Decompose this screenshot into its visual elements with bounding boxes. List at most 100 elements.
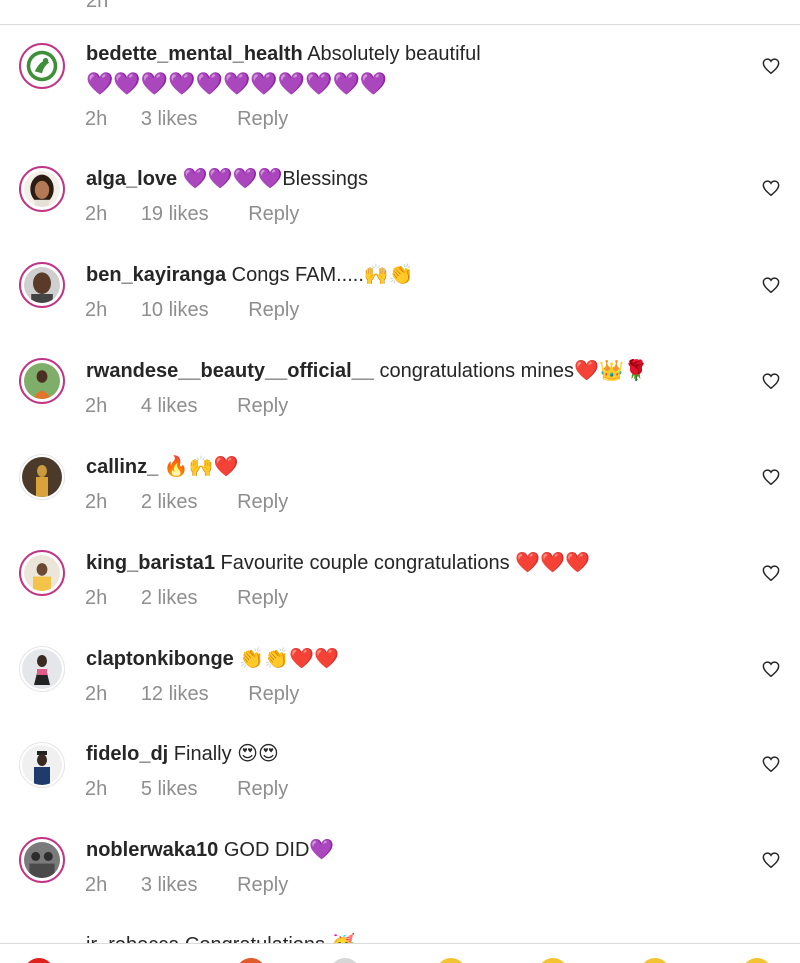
comment-time: 2h — [85, 203, 108, 225]
comment-time: 2h — [85, 778, 108, 800]
emoji-quick-bar — [0, 943, 800, 963]
comment-text-line: bedette_mental_health Absolutely beautif… — [86, 40, 750, 68]
avatar[interactable] — [19, 166, 65, 212]
username[interactable]: callinz_ — [86, 456, 158, 478]
reply-button[interactable]: Reply — [237, 395, 288, 417]
heart-outline-icon[interactable] — [762, 277, 780, 293]
reply-button[interactable]: Reply — [237, 491, 288, 513]
emoji-button[interactable] — [236, 958, 266, 963]
comment-text: GOD DID💜 — [223, 839, 335, 861]
comment-text-line: ben_kayiranga Congs FAM.....🙌👏 — [86, 261, 750, 289]
comment-time: 2h — [85, 299, 108, 321]
comment-meta: 2h 5 likes Reply — [85, 777, 322, 801]
avatar[interactable] — [19, 43, 65, 89]
username[interactable]: alga_love — [86, 168, 177, 190]
comment-text: Congs FAM.....🙌👏 — [231, 264, 414, 286]
comment-text-line: king_barista1 Favourite couple congratul… — [86, 549, 750, 577]
heart-outline-icon[interactable] — [762, 373, 780, 389]
comment-text-line: claptonkibonge 👏👏❤️❤️ — [86, 645, 750, 673]
woman-outdoor-avatar — [24, 363, 60, 399]
comment-text: Finally 😍😍 — [173, 743, 279, 765]
comment-meta: 2h 2 likes Reply — [85, 490, 322, 514]
likes-count[interactable]: 2 likes — [141, 587, 198, 609]
reply-button[interactable]: Reply — [237, 778, 288, 800]
comment-text: congratulations mines❤️👑🌹 — [379, 360, 649, 382]
comment-emoji-line: 💜💜💜💜💜💜💜💜💜💜💜 — [86, 71, 388, 96]
emoji-button[interactable] — [640, 958, 670, 963]
comment-meta: 2h 3 likes Reply — [85, 873, 322, 897]
username[interactable]: rwandese__beauty__official__ — [86, 360, 374, 382]
heart-outline-icon[interactable] — [762, 565, 780, 581]
dj-avatar — [22, 745, 62, 785]
comment-meta: 2h 4 likes Reply — [85, 394, 322, 418]
reply-button[interactable]: Reply — [237, 108, 288, 130]
heart-outline-icon[interactable] — [762, 58, 780, 74]
likes-count[interactable]: 5 likes — [141, 778, 198, 800]
person-dark-avatar — [22, 457, 62, 497]
comment-time: 2h — [85, 874, 108, 896]
comment-text-line: rwandese__beauty__official__ congratulat… — [86, 357, 750, 385]
username[interactable]: king_barista1 — [86, 552, 215, 574]
emoji-button[interactable] — [24, 958, 54, 963]
reply-button[interactable]: Reply — [248, 683, 299, 705]
avatar[interactable] — [19, 646, 65, 692]
reply-button[interactable]: Reply — [237, 587, 288, 609]
username[interactable]: noblerwaka10 — [86, 839, 218, 861]
avatar[interactable] — [19, 262, 65, 308]
username[interactable]: ben_kayiranga — [86, 264, 226, 286]
heart-outline-icon[interactable] — [762, 756, 780, 772]
divider — [0, 24, 800, 25]
green-logo-avatar — [24, 48, 60, 84]
username[interactable]: claptonkibonge — [86, 648, 234, 670]
avatar[interactable] — [19, 358, 65, 404]
group-photo-avatar — [24, 842, 60, 878]
likes-count[interactable]: 3 likes — [141, 874, 198, 896]
avatar[interactable] — [19, 454, 65, 500]
username[interactable]: bedette_mental_health — [86, 43, 303, 65]
comment-meta: 2h 10 likes Reply — [85, 298, 333, 322]
emoji-button[interactable] — [436, 958, 466, 963]
comment-text-line: fidelo_dj Finally 😍😍 — [86, 740, 750, 768]
emoji-button[interactable] — [538, 958, 568, 963]
avatar[interactable] — [19, 742, 65, 788]
comment-time: 2h — [85, 587, 108, 609]
likes-count[interactable]: 2 likes — [141, 491, 198, 513]
heart-outline-icon[interactable] — [762, 180, 780, 196]
likes-count[interactable]: 19 likes — [141, 203, 209, 225]
comment-meta: 2h 2 likes Reply — [85, 586, 322, 610]
likes-count[interactable]: 4 likes — [141, 395, 198, 417]
comment-text: 💜💜💜💜Blessings — [182, 168, 368, 190]
comment-text: Absolutely beautiful — [307, 43, 481, 65]
barista-avatar — [24, 555, 60, 591]
comment-time: 2h — [85, 683, 108, 705]
comments-screen: 2h bedette_mental_health Absolutely beau… — [0, 0, 800, 963]
likes-count[interactable]: 12 likes — [141, 683, 209, 705]
previous-comment-timestamp: 2h — [86, 0, 109, 12]
comment-time: 2h — [85, 108, 108, 130]
likes-count[interactable]: 10 likes — [141, 299, 209, 321]
emoji-button[interactable] — [742, 958, 772, 963]
reply-button[interactable]: Reply — [237, 874, 288, 896]
comment-text-line: callinz_ 🔥🙌❤️ — [86, 453, 750, 481]
likes-count[interactable]: 3 likes — [141, 108, 198, 130]
avatar[interactable] — [19, 550, 65, 596]
comment-time: 2h — [85, 395, 108, 417]
comment-text: 🔥🙌❤️ — [163, 456, 239, 478]
comment-text: Favourite couple congratulations ❤️❤️❤️ — [220, 552, 590, 574]
heart-outline-icon[interactable] — [762, 469, 780, 485]
reply-button[interactable]: Reply — [248, 203, 299, 225]
username[interactable]: fidelo_dj — [86, 743, 168, 765]
comment-text-line: alga_love 💜💜💜💜Blessings — [86, 165, 750, 193]
comment-meta: 2h 19 likes Reply — [85, 202, 333, 226]
comment-time: 2h — [85, 491, 108, 513]
reply-button[interactable]: Reply — [248, 299, 299, 321]
avatar[interactable] — [19, 837, 65, 883]
emoji-button[interactable] — [330, 958, 360, 963]
heart-outline-icon[interactable] — [762, 661, 780, 677]
comment-text: 👏👏❤️❤️ — [239, 648, 339, 670]
man-portrait-avatar — [24, 267, 60, 303]
comment-meta: 2h 3 likes Reply — [85, 107, 322, 131]
heart-outline-icon[interactable] — [762, 852, 780, 868]
comment-text-line: noblerwaka10 GOD DID💜 — [86, 836, 750, 864]
woman-portrait-avatar — [24, 171, 60, 207]
